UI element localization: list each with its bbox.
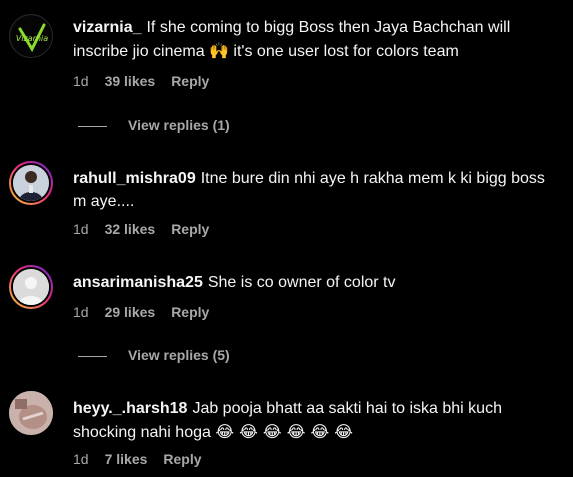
comment-meta: 1d 32 likes Reply — [73, 221, 225, 237]
avatar[interactable] — [9, 161, 53, 205]
view-replies-label: View replies (1) — [128, 117, 230, 133]
comment-likes[interactable]: 29 likes — [105, 304, 156, 320]
avatar[interactable]: Vizarnia — [9, 14, 53, 58]
comment-username[interactable]: vizarnia_ — [73, 19, 141, 36]
comment-text: She is co owner of color tv — [207, 274, 396, 291]
comment-username[interactable]: ansarimanisha25 — [73, 274, 203, 291]
avatar[interactable] — [9, 265, 53, 309]
comment-body: ansarimanisha25 She is co owner of color … — [73, 271, 553, 294]
view-replies-button[interactable]: View replies (1) — [78, 117, 230, 135]
comment-body: vizarnia_ If she coming to bigg Boss then… — [73, 16, 553, 63]
avatar-image — [11, 267, 51, 307]
comment-meta: 1d 29 likes Reply — [73, 304, 225, 320]
comment-likes[interactable]: 7 likes — [105, 451, 148, 467]
reply-button[interactable]: Reply — [171, 221, 209, 237]
profile-photo-icon — [13, 165, 49, 201]
avatar[interactable] — [9, 391, 53, 435]
avatar-image — [11, 163, 51, 203]
comment-likes[interactable]: 32 likes — [105, 221, 156, 237]
comment-text-tail: it's one user lost for colors team — [228, 43, 459, 60]
vizarnia-logo-icon: Vizarnia — [11, 16, 52, 57]
laughing-emoji-icon: 😂 😂 😂 😂 😂 😂 — [215, 422, 353, 441]
comment-time[interactable]: 1d — [73, 451, 89, 467]
comment-meta: 1d 39 likes Reply — [73, 73, 225, 89]
comment-time[interactable]: 1d — [73, 304, 89, 320]
comment-body: heyy._.harsh18 Jab pooja bhatt aa sakti h… — [73, 397, 553, 444]
reply-button[interactable]: Reply — [171, 304, 209, 320]
comment-time[interactable]: 1d — [73, 221, 89, 237]
reply-button[interactable]: Reply — [163, 451, 201, 467]
svg-text:Vizarnia: Vizarnia — [16, 34, 48, 43]
reply-button[interactable]: Reply — [171, 73, 209, 89]
comment-meta: 1d 7 likes Reply — [73, 451, 218, 467]
divider — [78, 125, 107, 127]
profile-photo-icon — [9, 391, 53, 435]
comment-username[interactable]: heyy._.harsh18 — [73, 400, 187, 417]
comment-likes[interactable]: 39 likes — [105, 73, 156, 89]
comment-username[interactable]: rahull_mishra09 — [73, 170, 196, 187]
default-profile-icon — [13, 269, 49, 305]
raised-hands-emoji-icon: 🙌 — [209, 41, 229, 60]
comment-time[interactable]: 1d — [73, 73, 89, 89]
divider — [78, 355, 107, 357]
view-replies-label: View replies (5) — [128, 347, 230, 363]
comment-body: rahull_mishra09 Itne bure din nhi aye h r… — [73, 167, 553, 213]
view-replies-button[interactable]: View replies (5) — [78, 347, 230, 365]
